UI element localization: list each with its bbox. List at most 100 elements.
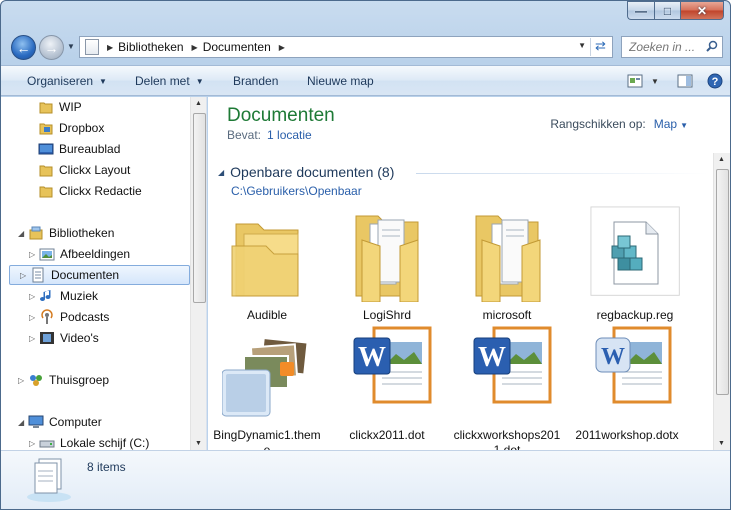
library-title: Documenten — [227, 105, 335, 126]
arrange-by: Rangschikken op: Map ▼ — [550, 117, 688, 131]
group-header[interactable]: ◢ Openbare documenten (8) — [218, 164, 394, 180]
item-count: 8 items — [87, 460, 126, 474]
collapsed-triangle-icon[interactable]: ▷ — [29, 439, 35, 448]
navigation-pane-scrollbar[interactable]: ▲ ▼ — [190, 97, 206, 450]
maximize-icon: □ — [663, 3, 672, 18]
expanded-triangle-icon[interactable]: ◢ — [18, 418, 24, 427]
file-name: 2011workshop.dotx — [575, 428, 679, 442]
search-box[interactable] — [621, 36, 723, 58]
collapsed-triangle-icon[interactable]: ▷ — [29, 313, 35, 322]
view-controls: ▼ ? — [614, 72, 724, 90]
sidebar-item-desktop[interactable]: Bureaublad — [38, 139, 120, 159]
help-icon[interactable]: ? — [706, 72, 724, 90]
sidebar-item-music[interactable]: ▷ Muziek — [29, 286, 98, 306]
arrange-by-dropdown[interactable]: Map — [654, 117, 677, 131]
minimize-icon: — — [635, 3, 647, 18]
sidebar-item-videos[interactable]: ▷ Video's — [29, 328, 99, 348]
burn-button[interactable]: Branden — [233, 74, 278, 88]
minimize-button[interactable]: — — [627, 1, 654, 20]
homegroup-icon — [30, 375, 42, 386]
expanded-triangle-icon[interactable]: ◢ — [18, 229, 24, 238]
sidebar-item-homegroup[interactable]: ▷ Thuisgroep — [18, 370, 109, 390]
chevron-right-icon[interactable]: ▶ — [192, 43, 198, 52]
navigation-bar: ← → ▼ ▶ Bibliotheken ▶ Documenten ▶ ▼ ⇄ — [1, 31, 730, 63]
view-options-dropdown[interactable]: ▼ — [646, 72, 664, 90]
word-template-icon: W — [473, 326, 552, 404]
sidebar-item-libraries[interactable]: ◢ Bibliotheken — [18, 223, 114, 243]
chevron-right-icon[interactable]: ▶ — [107, 43, 113, 52]
sidebar-item-documents[interactable]: ▷ Documenten — [9, 265, 190, 285]
content-pane: Documenten Bevat: 1 locatie Rangschikken … — [208, 97, 730, 450]
svg-text:?: ? — [712, 76, 719, 88]
sidebar-item-clickx-redactie[interactable]: Clickx Redactie — [38, 181, 142, 201]
collapsed-triangle-icon[interactable]: ▷ — [29, 292, 35, 301]
breadcrumb-bibliotheken[interactable]: Bibliotheken — [118, 40, 183, 54]
scrollbar-thumb[interactable] — [193, 113, 206, 303]
collapsed-triangle-icon[interactable]: ▷ — [29, 250, 35, 259]
scroll-down-icon[interactable]: ▼ — [195, 440, 202, 447]
content-scrollbar[interactable]: ▲ ▼ — [713, 153, 730, 450]
refresh-icon[interactable]: ⇄ — [590, 38, 610, 56]
sidebar-item-pictures[interactable]: ▷ Afbeeldingen — [29, 244, 130, 264]
folder-icon — [39, 165, 53, 177]
sidebar-item-label: Dropbox — [59, 121, 105, 135]
sidebar-item-label: Podcasts — [60, 310, 110, 324]
sidebar-item-podcasts[interactable]: ▷ Podcasts — [29, 307, 109, 327]
collapsed-triangle-icon[interactable]: ▷ — [20, 271, 26, 280]
computer-icon — [28, 415, 44, 428]
close-icon: ✕ — [696, 3, 708, 18]
address-history-dropdown[interactable]: ▼ — [578, 41, 586, 50]
sidebar-item-local-disk[interactable]: ▷ Lokale schijf (C:) — [29, 433, 149, 450]
sidebar-item-clickx-layout[interactable]: Clickx Layout — [38, 160, 130, 180]
forward-arrow-icon: → — [44, 39, 59, 56]
change-view-icon[interactable] — [626, 72, 644, 90]
window-controls: — □ ✕ — [627, 1, 724, 20]
collapse-group-icon[interactable]: ◢ — [218, 168, 224, 177]
pictures-library-icon — [39, 248, 55, 261]
search-icon[interactable] — [706, 40, 718, 52]
scroll-up-icon[interactable]: ▲ — [195, 100, 202, 107]
collapsed-triangle-icon[interactable]: ▷ — [29, 334, 35, 343]
forward-button[interactable]: → — [39, 35, 64, 60]
group-path: C:\Gebruikers\Openbaar — [231, 184, 362, 198]
sidebar-item-computer[interactable]: ◢ Computer — [18, 412, 102, 432]
back-button[interactable]: ← — [11, 35, 36, 60]
hard-disk-icon — [39, 440, 55, 448]
svg-text:W: W — [478, 342, 506, 373]
includes-locations-link[interactable]: 1 locatie — [267, 128, 312, 142]
music-library-icon — [40, 290, 51, 302]
organize-label: Organiseren — [27, 74, 94, 88]
scrollbar-thumb[interactable] — [716, 169, 729, 395]
new-folder-label: Nieuwe map — [307, 74, 374, 88]
svg-text:W: W — [358, 342, 386, 373]
sidebar-item-label: WIP — [59, 100, 82, 114]
scroll-up-icon[interactable]: ▲ — [718, 156, 725, 163]
share-button[interactable]: Delen met ▼ — [135, 74, 204, 88]
file-name: clickx2011.dot — [349, 428, 425, 442]
address-bar[interactable]: ▶ Bibliotheken ▶ Documenten ▶ ▼ ⇄ — [79, 36, 613, 58]
folder-icon — [355, 215, 419, 302]
dropbox-folder-icon — [39, 123, 53, 135]
recent-pages-dropdown[interactable]: ▼ — [67, 42, 75, 51]
maximize-button[interactable]: □ — [654, 1, 680, 20]
library-includes: Bevat: 1 locatie — [227, 128, 312, 142]
chevron-down-icon[interactable]: ▼ — [680, 121, 688, 130]
navigation-pane: WIP Dropbox Bureaublad Clickx Layout Cli… — [1, 97, 207, 450]
close-button[interactable]: ✕ — [680, 1, 724, 20]
breadcrumb-documenten[interactable]: Documenten — [203, 40, 271, 54]
file-name: BingDynamic1.theme — [213, 428, 321, 450]
sidebar-item-label: Bureaublad — [59, 142, 121, 156]
scroll-down-icon[interactable]: ▼ — [718, 440, 725, 447]
preview-pane-icon[interactable] — [676, 72, 694, 90]
file-name: LogiShrd — [362, 308, 412, 322]
sidebar-item-dropbox[interactable]: Dropbox — [38, 118, 104, 138]
new-folder-button[interactable]: Nieuwe map — [307, 74, 374, 88]
collapsed-triangle-icon[interactable]: ▷ — [18, 376, 24, 385]
folder-empty-icon — [231, 223, 299, 297]
search-input[interactable] — [629, 40, 709, 54]
chevron-right-icon[interactable]: ▶ — [279, 43, 285, 52]
folder-icon — [475, 215, 541, 302]
includes-label: Bevat: — [227, 128, 262, 142]
organize-button[interactable]: Organiseren ▼ — [27, 74, 107, 88]
sidebar-item-wip[interactable]: WIP — [38, 97, 82, 117]
